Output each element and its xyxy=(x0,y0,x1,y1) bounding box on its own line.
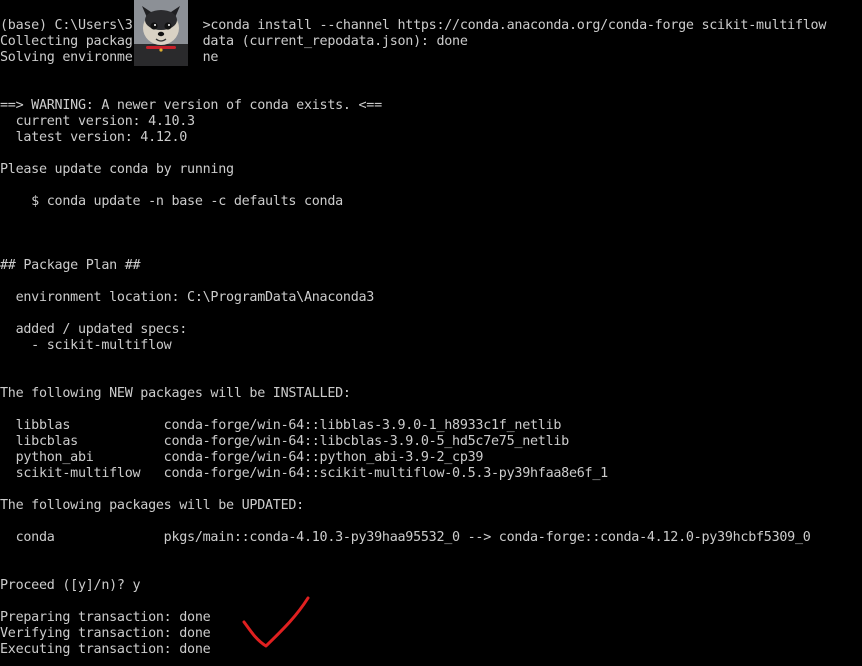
terminal-line: Proceed ([y]/n)? y xyxy=(0,578,141,593)
terminal-line: Preparing transaction: done xyxy=(0,610,211,625)
red-checkmark-icon xyxy=(242,596,310,648)
terminal-output: (base) C:\Users\3 >conda install --chann… xyxy=(0,18,862,658)
terminal-line: ## Package Plan ## xyxy=(0,258,141,273)
terminal-line: ==> WARNING: A newer version of conda ex… xyxy=(0,98,382,113)
terminal-line: The following packages will be UPDATED: xyxy=(0,498,304,513)
terminal-line: - scikit-multiflow xyxy=(0,338,172,353)
terminal-line: python_abi conda-forge/win-64::python_ab… xyxy=(0,450,484,465)
terminal-line: $ conda update -n base -c defaults conda xyxy=(0,194,343,209)
terminal-line: added / updated specs: xyxy=(0,322,188,337)
terminal-line: environment location: C:\ProgramData\Ana… xyxy=(0,290,375,305)
terminal-line: current version: 4.10.3 xyxy=(0,114,196,129)
terminal-line: Verifying transaction: done xyxy=(0,626,211,641)
dog-avatar-icon xyxy=(134,0,188,66)
terminal-line: libblas conda-forge/win-64::libblas-3.9.… xyxy=(0,418,562,433)
terminal-line: Please update conda by running xyxy=(0,162,234,177)
terminal-line: Solving environme ne xyxy=(0,50,219,65)
terminal-line: Executing transaction: done xyxy=(0,642,211,657)
terminal-line: latest version: 4.12.0 xyxy=(0,130,188,145)
terminal-line: Collecting packag data (current_repodata… xyxy=(0,34,468,49)
terminal-line: libcblas conda-forge/win-64::libcblas-3.… xyxy=(0,434,570,449)
terminal-line: conda pkgs/main::conda-4.10.3-py39haa955… xyxy=(0,530,811,545)
terminal-line: The following NEW packages will be INSTA… xyxy=(0,386,351,401)
terminal-line: scikit-multiflow conda-forge/win-64::sci… xyxy=(0,466,609,481)
terminal-line: (base) C:\Users\3 >conda install --chann… xyxy=(0,18,827,33)
